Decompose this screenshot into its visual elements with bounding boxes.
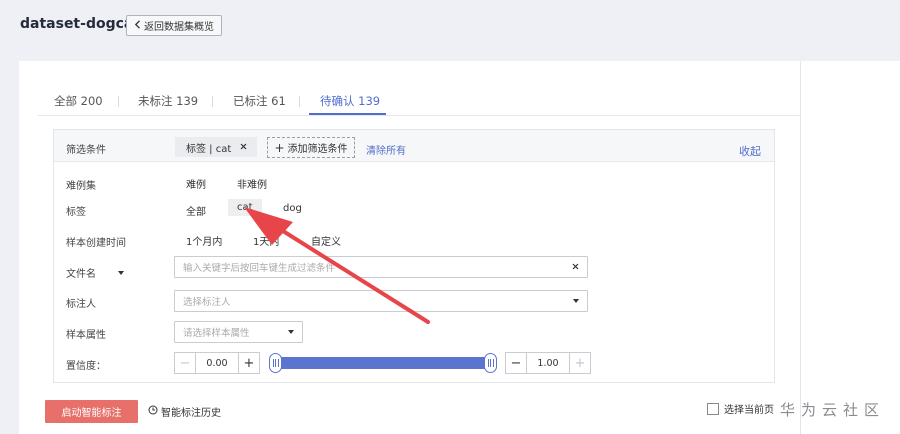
divider — [118, 96, 119, 107]
hard-example-label: 难例集 — [66, 181, 96, 192]
tab-labeled[interactable]: 已标注 61 — [233, 93, 286, 109]
option-custom[interactable]: 自定义 — [311, 233, 341, 248]
watermark: 华为云社区 — [780, 401, 886, 419]
close-icon[interactable] — [240, 142, 247, 153]
back-to-overview-button[interactable]: 返回数据集概览 — [126, 15, 222, 36]
labeler-placeholder: 选择标注人 — [183, 297, 231, 308]
slider-min-handle[interactable] — [269, 353, 282, 373]
auto-label-history-link[interactable]: 智能标注历史 — [148, 404, 221, 419]
filename-type-select[interactable]: 文件名 — [66, 265, 124, 280]
labeler-select[interactable]: 选择标注人 — [174, 290, 588, 312]
active-filter-chip[interactable]: 标签 | cat — [175, 137, 257, 157]
min-confidence-input[interactable]: 0.00 — [196, 352, 238, 374]
plus-icon: + — [274, 140, 285, 155]
clock-icon — [148, 405, 158, 418]
min-increment-button[interactable]: + — [238, 352, 260, 374]
active-tab-indicator — [309, 113, 386, 115]
max-confidence-input[interactable]: 1.00 — [527, 352, 569, 374]
chevron-left-icon — [134, 19, 141, 32]
option-tag-all[interactable]: 全部 — [186, 203, 206, 218]
start-auto-label-button[interactable]: 启动智能标注 — [45, 400, 138, 423]
divider — [212, 96, 213, 107]
option-hard-example[interactable]: 难例 — [186, 176, 206, 191]
min-decrement-button[interactable]: − — [174, 352, 196, 374]
max-decrement-button[interactable]: − — [505, 352, 527, 374]
slider-max-handle[interactable] — [484, 353, 497, 373]
divider — [800, 61, 801, 434]
filename-label: 文件名 — [66, 269, 96, 280]
add-filter-button[interactable]: + 添加筛选条件 — [267, 137, 355, 158]
clear-icon[interactable] — [572, 262, 579, 273]
page-title: dataset-dogcat — [20, 16, 141, 32]
option-non-hard-example[interactable]: 非难例 — [237, 176, 267, 191]
filter-header — [54, 130, 774, 162]
add-filter-label: 添加筛选条件 — [287, 144, 348, 155]
option-1-month[interactable]: 1个月内 — [186, 233, 222, 248]
divider — [299, 96, 300, 107]
created-time-label: 样本创建时间 — [66, 238, 126, 249]
select-current-page[interactable]: 选择当前页 — [707, 401, 774, 416]
caret-down-icon — [288, 330, 294, 334]
filename-placeholder: 输入关键字后按回车键生成过滤条件 — [183, 263, 336, 274]
tab-pending-confirm[interactable]: 待确认 139 — [320, 93, 380, 109]
tags-label: 标签 — [66, 207, 86, 218]
sample-attr-placeholder: 请选择样本属性 — [183, 328, 250, 339]
caret-down-icon — [573, 299, 579, 303]
option-1-day[interactable]: 1天内 — [253, 233, 279, 248]
tab-all[interactable]: 全部 200 — [54, 93, 103, 109]
divider — [38, 115, 800, 116]
option-tag-dog[interactable]: dog — [283, 203, 302, 214]
sample-attr-label: 样本属性 — [66, 330, 106, 341]
max-increment-button[interactable]: + — [569, 352, 591, 374]
labeler-label: 标注人 — [66, 299, 96, 310]
sample-attr-select[interactable]: 请选择样本属性 — [174, 321, 303, 343]
history-label: 智能标注历史 — [161, 408, 221, 419]
tab-unlabeled[interactable]: 未标注 139 — [138, 93, 198, 109]
select-page-checkbox[interactable] — [707, 402, 719, 415]
chip-label: 标签 | cat — [186, 143, 232, 155]
filename-search-input[interactable]: 输入关键字后按回车键生成过滤条件 — [174, 256, 588, 278]
clear-all-link[interactable]: 清除所有 — [366, 142, 406, 157]
caret-down-icon — [118, 270, 124, 275]
collapse-link[interactable]: 收起 — [739, 143, 761, 159]
filter-title: 筛选条件 — [66, 145, 106, 156]
select-page-label: 选择当前页 — [724, 405, 774, 416]
confidence-slider-track[interactable] — [274, 357, 490, 369]
back-button-label: 返回数据集概览 — [144, 22, 214, 33]
confidence-label: 置信度： — [66, 361, 106, 372]
option-tag-cat[interactable]: cat — [228, 199, 262, 216]
